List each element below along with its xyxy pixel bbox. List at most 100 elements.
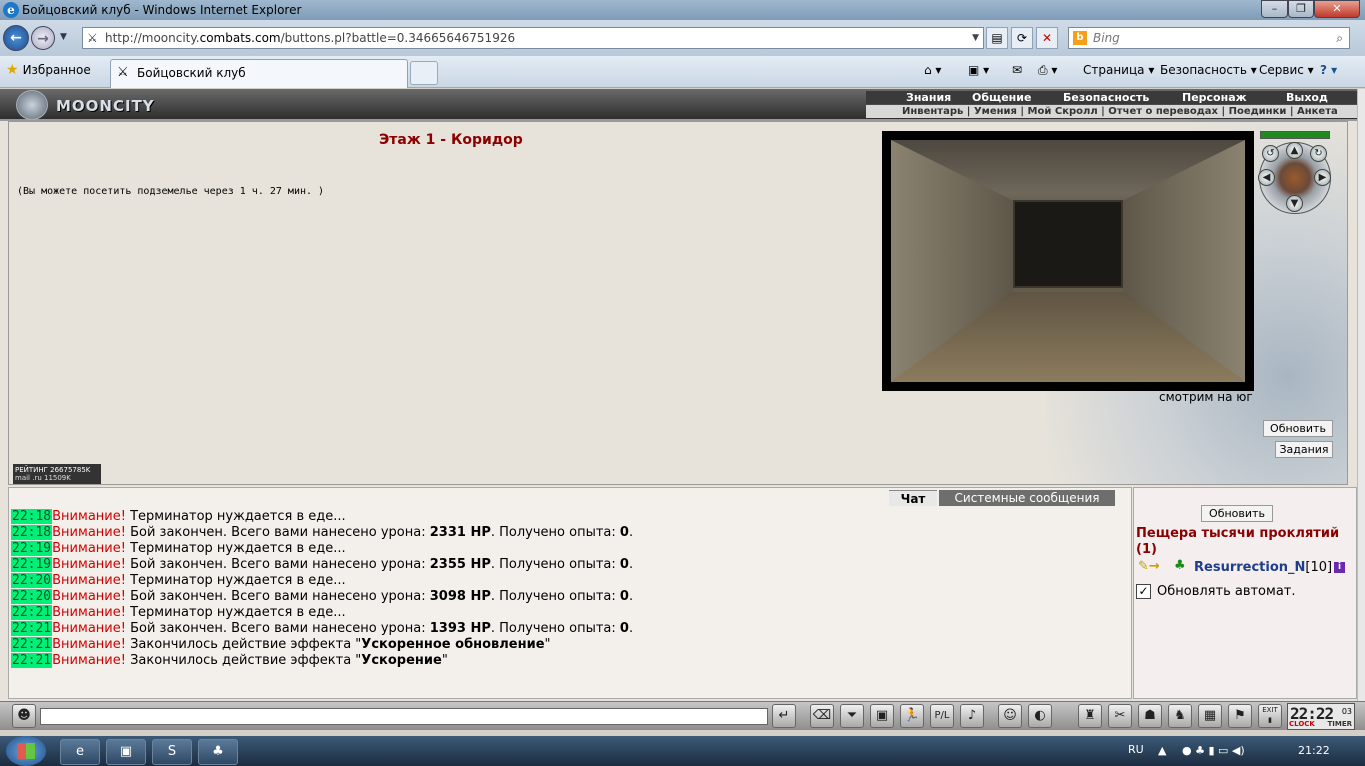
rating-sub: mail .ru 11509K [15, 474, 71, 482]
chat-time[interactable]: 22:18 [11, 509, 53, 524]
chat-time[interactable]: 22:19 [11, 557, 53, 572]
exit-icon[interactable]: EXIT ▮ [1258, 704, 1282, 728]
speaker-icon[interactable]: ◐ [1028, 704, 1052, 728]
tab-chat[interactable]: Чат [889, 490, 937, 506]
taskbar-clock[interactable]: 21:22 [1298, 744, 1330, 757]
stop-icon[interactable]: ✕ [1036, 27, 1058, 49]
new-tab-button[interactable] [410, 61, 438, 85]
floor-title: Этаж 1 - Коридор [379, 132, 523, 148]
menu-knowledge[interactable]: Знания [906, 91, 951, 104]
user-list-item[interactable]: ✎→ ♣ Resurrection_N[10] i [1136, 558, 1356, 576]
chat-time[interactable]: 22:21 [11, 653, 53, 668]
chat-value: 0 [619, 621, 629, 636]
home-icon[interactable]: ⌂ ▾ [924, 63, 941, 77]
windows-logo-icon [17, 743, 35, 759]
user-info-icon[interactable]: i [1334, 562, 1345, 573]
tray-icons[interactable]: ● ♣ ▮ ▭ ◀) [1182, 744, 1245, 757]
translit-icon[interactable]: P/L [930, 704, 954, 728]
chat-time[interactable]: 22:21 [11, 621, 53, 636]
help-icon[interactable]: ? ▾ [1320, 63, 1337, 77]
filter-icon[interactable]: ⏷ [840, 704, 864, 728]
chat-time[interactable]: 22:21 [11, 605, 53, 620]
clock-widget: 22:22 03 CLOCK TIMER [1287, 703, 1355, 730]
refresh-view-button[interactable]: Обновить [1263, 420, 1333, 437]
chat-time[interactable]: 22:20 [11, 573, 53, 588]
user-name[interactable]: Resurrection_N [1194, 560, 1305, 575]
language-indicator[interactable]: RU [1128, 743, 1144, 756]
search-icon[interactable]: ⌕ [1336, 28, 1343, 48]
sub-menu[interactable]: Инвентарь | Умения | Мой Скролл | Отчет … [866, 105, 1357, 118]
warrior-icon[interactable]: ♞ [1168, 704, 1192, 728]
game-taskbar-icon[interactable]: ▣ [106, 739, 146, 765]
skype-taskbar-icon[interactable]: S [152, 739, 192, 765]
maximize-button[interactable]: ❐ [1288, 0, 1314, 18]
rating-counter[interactable]: РЕЙТИНГ 26675785K mail .ru 11509K [13, 464, 101, 484]
head-icon[interactable]: ☻ [12, 704, 36, 728]
service-menu[interactable]: Сервис ▾ [1259, 63, 1314, 77]
mail-icon[interactable]: ✉ [1012, 63, 1022, 77]
search-box[interactable]: b Bing ⌕ [1068, 27, 1350, 49]
timer-label[interactable]: TIMER [1327, 720, 1352, 728]
page-menu[interactable]: Страница ▾ [1083, 63, 1154, 77]
close-window-button[interactable]: ✕ [1314, 0, 1360, 18]
menu-character[interactable]: Персонаж [1182, 91, 1247, 104]
address-bar[interactable]: ⚔ http://mooncity.combats.com/buttons.pl… [82, 27, 984, 49]
chat-time[interactable]: 22:21 [11, 637, 53, 652]
flag-icon[interactable]: ⚑ [1228, 704, 1252, 728]
security-menu[interactable]: Безопасность ▾ [1160, 63, 1257, 77]
bottle-icon[interactable]: ♜ [1078, 704, 1102, 728]
turn-right-icon[interactable]: ↻ [1310, 145, 1327, 162]
print-icon[interactable]: ⎙ ▾ [1038, 63, 1057, 78]
eraser-icon[interactable]: ⌫ [810, 704, 834, 728]
scroll-icon[interactable]: ✂ [1108, 704, 1132, 728]
auto-refresh-row: ✓ Обновлять автомат. [1136, 584, 1296, 599]
menu-exit[interactable]: Выход [1286, 91, 1328, 104]
address-dropdown-icon[interactable]: ▼ [972, 28, 979, 48]
tasks-button[interactable]: Задания [1275, 441, 1333, 458]
fighter-icon[interactable]: ☗ [1138, 704, 1162, 728]
compat-view-icon[interactable]: ▤ [986, 27, 1008, 49]
chat-input[interactable] [40, 708, 768, 725]
favorites-button[interactable]: ★ Избранное [6, 62, 91, 78]
page-scrollbar[interactable] [1357, 89, 1365, 701]
strafe-right-icon[interactable]: ▶ [1314, 169, 1331, 186]
menu-security[interactable]: Безопасность [1063, 91, 1149, 104]
private-message-icon[interactable]: ✎→ [1138, 559, 1160, 574]
clock-label[interactable]: CLOCK [1289, 720, 1315, 728]
refresh-icon[interactable]: ⟳ [1011, 27, 1033, 49]
app-taskbar-icon[interactable]: ♣ [198, 739, 238, 765]
chat-time[interactable]: 22:20 [11, 589, 53, 604]
save-icon[interactable]: ▣ [870, 704, 894, 728]
smiley-icon[interactable]: ☺ [998, 704, 1022, 728]
site-favicon-icon: ⚔ [117, 65, 129, 80]
chat-line: 22:19Внимание! Терминатор нуждается в ед… [11, 541, 1121, 557]
back-button[interactable]: ← [3, 25, 29, 51]
browser-tab[interactable]: ⚔ Бойцовский клуб [110, 59, 408, 88]
send-icon[interactable]: ↵ [772, 704, 796, 728]
feeds-icon[interactable]: ▣ ▾ [968, 63, 989, 77]
inventory-icon[interactable]: ▦ [1198, 704, 1222, 728]
start-button[interactable] [6, 736, 46, 766]
move-forward-icon[interactable]: ▲ [1286, 142, 1303, 159]
top-menu: Знания Общение Безопасность Персонаж Вых… [866, 91, 1357, 104]
auto-refresh-checkbox[interactable]: ✓ [1136, 584, 1151, 599]
menu-communication[interactable]: Общение [972, 91, 1031, 104]
move-back-icon[interactable]: ▼ [1286, 195, 1303, 212]
running-man-icon[interactable]: 🏃 [900, 704, 924, 728]
chat-line: 22:19Внимание! Бой закончен. Всего вами … [11, 557, 1121, 573]
room-refresh-button[interactable]: Обновить [1201, 505, 1273, 522]
tab-title: Бойцовский клуб [137, 66, 246, 80]
history-dropdown-icon[interactable]: ▼ [60, 32, 67, 42]
forward-button[interactable]: → [31, 26, 55, 50]
tab-system-messages[interactable]: Системные сообщения [939, 490, 1115, 506]
navigation-bar: ← → ▼ ⚔ http://mooncity.combats.com/butt… [0, 20, 1365, 56]
strafe-left-icon[interactable]: ◀ [1258, 169, 1275, 186]
turn-left-icon[interactable]: ↺ [1262, 145, 1279, 162]
chat-time[interactable]: 22:19 [11, 541, 53, 556]
ie-taskbar-icon[interactable]: e [60, 739, 100, 765]
sound-icon[interactable]: ♪ [960, 704, 984, 728]
minimize-button[interactable]: – [1261, 0, 1288, 18]
chat-text: . Получено опыта: [490, 589, 620, 604]
chat-time[interactable]: 22:18 [11, 525, 53, 540]
tray-arrow-icon[interactable]: ▲ [1158, 744, 1166, 757]
